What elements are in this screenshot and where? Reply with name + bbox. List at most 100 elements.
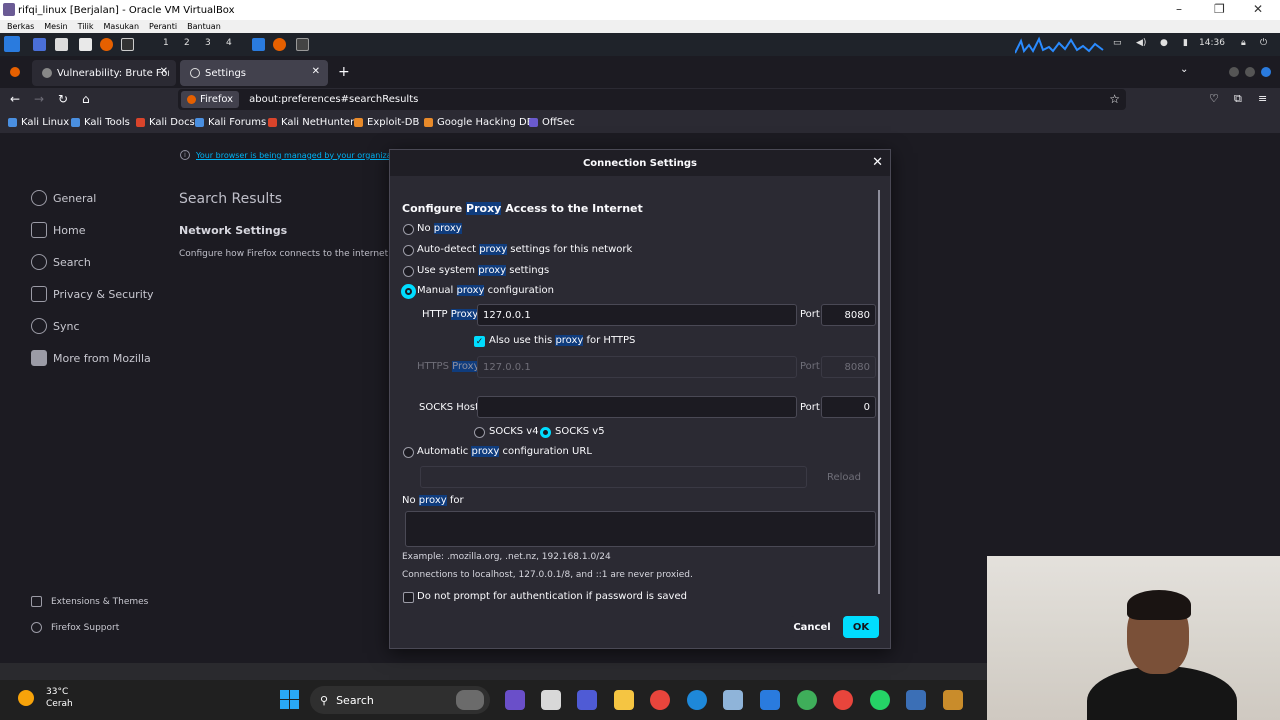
menu-bantuan[interactable]: Bantuan bbox=[187, 22, 221, 31]
photos-icon[interactable] bbox=[723, 690, 743, 710]
ok-button[interactable]: OK bbox=[843, 616, 879, 638]
close-tab-icon[interactable]: ✕ bbox=[312, 66, 320, 77]
weather-widget[interactable]: 33°C Cerah bbox=[18, 686, 73, 710]
sidebar-item-home[interactable]: Home bbox=[31, 222, 85, 238]
radio-socks-v4[interactable] bbox=[474, 427, 485, 438]
bookmark-kali-linux[interactable]: Kali Linux bbox=[8, 117, 69, 128]
vm-running-icon[interactable] bbox=[943, 690, 963, 710]
sidebar-item-more-mozilla[interactable]: More from Mozilla bbox=[31, 350, 151, 366]
task-view-icon[interactable] bbox=[541, 690, 561, 710]
minimize-icon[interactable]: – bbox=[1176, 2, 1182, 16]
workspace-4[interactable]: 4 bbox=[226, 38, 232, 48]
socks-v5-label[interactable]: SOCKS v5 bbox=[555, 426, 605, 437]
reload-button[interactable]: Reload bbox=[816, 466, 872, 488]
vscode-icon[interactable] bbox=[760, 690, 780, 710]
chrome-alt-icon[interactable] bbox=[833, 690, 853, 710]
radio-no-proxy[interactable] bbox=[403, 224, 414, 235]
whatsapp-icon[interactable] bbox=[870, 690, 890, 710]
new-tab-icon[interactable]: + bbox=[338, 64, 350, 80]
dialog-scrollbar[interactable] bbox=[878, 190, 880, 594]
bookmark-kali-docs[interactable]: Kali Docs bbox=[136, 117, 195, 128]
option-no-proxy[interactable]: No proxy bbox=[417, 223, 462, 234]
option-auto-config-url[interactable]: Automatic proxy configuration URL bbox=[417, 446, 592, 457]
cancel-button[interactable]: Cancel bbox=[790, 616, 834, 638]
lock-icon[interactable]: 🔒︎ bbox=[1241, 38, 1246, 48]
radio-socks-v5[interactable] bbox=[540, 427, 551, 438]
sidebar-item-privacy[interactable]: Privacy & Security bbox=[31, 286, 154, 302]
identity-box[interactable]: Firefox bbox=[181, 91, 240, 108]
chrome-icon[interactable] bbox=[650, 690, 670, 710]
no-prompt-auth-label[interactable]: Do not prompt for authentication if pass… bbox=[417, 591, 687, 602]
terminal-icon[interactable] bbox=[121, 38, 134, 51]
edge-icon[interactable] bbox=[687, 690, 707, 710]
tab-brute-force[interactable]: Vulnerability: Brute Force ✕ bbox=[32, 60, 176, 86]
firefox-view-icon[interactable] bbox=[10, 67, 20, 77]
desktop-icon[interactable] bbox=[33, 38, 46, 51]
forward-icon[interactable]: → bbox=[34, 92, 44, 106]
sidebar-item-general[interactable]: General bbox=[31, 190, 96, 206]
menu-masukan[interactable]: Masukan bbox=[104, 22, 140, 31]
url-text[interactable]: about:preferences#searchResults bbox=[249, 94, 418, 105]
extensions-themes-link[interactable]: Extensions & Themes bbox=[31, 596, 148, 607]
kali-menu-icon[interactable] bbox=[4, 36, 20, 52]
workspace-3[interactable]: 3 bbox=[205, 38, 211, 48]
no-prompt-auth-checkbox[interactable] bbox=[403, 592, 414, 603]
close-icon[interactable]: ✕ bbox=[872, 155, 883, 170]
task-window-icon[interactable] bbox=[296, 38, 309, 51]
http-proxy-input[interactable]: 127.0.0.1 bbox=[477, 304, 797, 326]
bookmark-kali-nethunter[interactable]: Kali NetHunter bbox=[268, 117, 354, 128]
restore-icon[interactable]: ❐ bbox=[1214, 2, 1225, 16]
option-auto-detect[interactable]: Auto-detect proxy settings for this netw… bbox=[417, 244, 632, 255]
bookmark-kali-forums[interactable]: Kali Forums bbox=[195, 117, 266, 128]
radio-manual-proxy[interactable] bbox=[403, 286, 414, 297]
also-https-checkbox[interactable]: ✓ bbox=[474, 336, 485, 347]
task-terminal-icon[interactable] bbox=[252, 38, 265, 51]
sidebar-item-search[interactable]: Search bbox=[31, 254, 91, 270]
file-explorer-icon[interactable] bbox=[614, 690, 634, 710]
taskbar-search[interactable]: ⚲ Search bbox=[310, 686, 490, 714]
bookmark-google-hacking-db[interactable]: Google Hacking DB bbox=[424, 117, 534, 128]
no-proxy-for-textarea[interactable] bbox=[405, 511, 876, 547]
chrome-profile-icon[interactable] bbox=[797, 690, 817, 710]
workspace-2[interactable]: 2 bbox=[184, 38, 190, 48]
task-firefox-icon[interactable] bbox=[273, 38, 286, 51]
bookmark-exploit-db[interactable]: Exploit-DB bbox=[354, 117, 419, 128]
menu-hamburger-icon[interactable]: ≡ bbox=[1258, 92, 1267, 105]
editor-icon[interactable] bbox=[79, 38, 92, 51]
socks-host-input[interactable] bbox=[477, 396, 797, 418]
back-icon[interactable]: ← bbox=[10, 92, 20, 106]
extensions-icon[interactable]: ⧉ bbox=[1234, 92, 1242, 106]
chevron-down-icon[interactable]: ⌄ bbox=[1180, 64, 1188, 75]
copilot-icon[interactable] bbox=[505, 690, 525, 710]
option-manual-proxy[interactable]: Manual proxy configuration bbox=[417, 285, 554, 296]
bookmark-kali-tools[interactable]: Kali Tools bbox=[71, 117, 130, 128]
https-proxy-input[interactable]: 127.0.0.1 bbox=[477, 356, 797, 378]
close-tab-icon[interactable]: ✕ bbox=[160, 66, 168, 77]
also-https-label[interactable]: Also use this proxy for HTTPS bbox=[489, 335, 635, 346]
sidebar-item-sync[interactable]: Sync bbox=[31, 318, 80, 334]
menu-mesin[interactable]: Mesin bbox=[44, 22, 67, 31]
close-icon[interactable]: ✕ bbox=[1253, 2, 1263, 16]
firefox-support-link[interactable]: Firefox Support bbox=[31, 622, 119, 633]
socks-port-input[interactable]: 0 bbox=[821, 396, 876, 418]
managed-notice[interactable]: i Your browser is being managed by your … bbox=[180, 150, 397, 160]
home-icon[interactable]: ⌂ bbox=[82, 92, 90, 106]
bookmark-star-icon[interactable]: ☆ bbox=[1109, 92, 1120, 106]
teams-icon[interactable] bbox=[577, 690, 597, 710]
auto-config-url-input[interactable] bbox=[420, 466, 807, 488]
menu-berkas[interactable]: Berkas bbox=[7, 22, 34, 31]
bookmark-offsec[interactable]: OffSec bbox=[529, 117, 575, 128]
maximize-icon[interactable] bbox=[1245, 67, 1255, 77]
socks-v4-label[interactable]: SOCKS v4 bbox=[489, 426, 539, 437]
minimize-icon[interactable] bbox=[1229, 67, 1239, 77]
power-icon[interactable]: ⏻ bbox=[1260, 38, 1267, 48]
radio-system-proxy[interactable] bbox=[403, 266, 414, 277]
windows-start-icon[interactable] bbox=[280, 690, 299, 709]
http-port-input[interactable]: 8080 bbox=[821, 304, 876, 326]
virtualbox-icon[interactable] bbox=[906, 690, 926, 710]
menu-tilik[interactable]: Tilik bbox=[78, 22, 94, 31]
notification-bell-icon[interactable]: ● bbox=[1160, 38, 1168, 48]
https-port-input[interactable]: 8080 bbox=[821, 356, 876, 378]
radio-auto-detect[interactable] bbox=[403, 245, 414, 256]
pocket-icon[interactable]: ♡ bbox=[1209, 92, 1219, 105]
